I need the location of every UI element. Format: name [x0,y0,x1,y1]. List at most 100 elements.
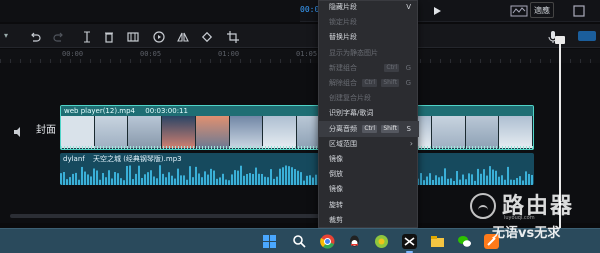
context-menu-item[interactable]: 隐藏片段 V [319,0,419,15]
context-menu-item[interactable]: 识别字幕/歌词 [319,105,419,121]
waveform-bar [489,166,491,185]
context-menu-item-label: 替换片段 [329,33,357,42]
context-menu-item-label: 锁定片段 [329,18,357,27]
rotate-icon[interactable] [200,29,214,43]
cover-button[interactable]: 封面 [36,121,56,136]
context-menu-item[interactable]: 镜像 [319,151,419,167]
mirror-icon[interactable] [176,29,190,43]
thumbnail [499,116,533,148]
shortcut-modifier: Shift [381,79,399,87]
context-menu-item[interactable]: 锁定片段 [319,14,419,30]
crop-icon[interactable] [226,29,240,43]
context-menu-item-label: 分离音频 [329,124,357,133]
waveform-icon[interactable] [510,3,528,17]
context-menu-item[interactable]: 镜像 [319,181,419,197]
context-menu-item[interactable]: 创建复合片段 [319,90,419,106]
thumbnail [94,116,129,148]
waveform-bar [66,179,68,185]
chevron-down-icon[interactable]: ▾ [4,31,8,40]
timeline-toolbar: ▾ [0,24,600,48]
windows-start-icon[interactable] [262,234,277,249]
speed-icon[interactable] [152,29,166,43]
waveform-bar [279,168,281,185]
waveform-bar [198,173,200,185]
ball-app-icon[interactable] [374,234,389,249]
waveform-bar [429,173,431,185]
context-menu-item[interactable]: 解除组合 G Shift Ctrl [319,75,419,91]
context-menu-item-label: 识别字幕/歌词 [329,109,374,118]
waveform-bar [486,175,488,185]
undo-icon[interactable] [28,29,42,43]
thumbnail [465,116,500,148]
waveform-bar [213,170,215,185]
waveform-bar [150,170,152,185]
split-icon[interactable] [80,29,94,43]
waveform-bar [495,170,497,185]
waveform-bar [459,179,461,185]
waveform-bar [81,166,83,185]
audio-clip[interactable]: dylanf 天空之城 (经典钢琴版).mp3 [60,153,534,185]
waveform-bar [501,175,503,185]
freeze-frame-icon[interactable] [126,29,140,43]
waveform-bar [189,166,191,185]
waveform-bar [435,175,437,185]
shortcut-modifier: Ctrl [384,63,399,72]
ruler-tick: 01:05 [296,50,318,58]
watermark-url: luyouqi.com [504,215,535,221]
context-menu-item[interactable]: 倒放 [319,166,419,182]
ratio-button[interactable]: 適應 [530,2,554,18]
waveform-bar [192,177,194,185]
waveform-bar [87,174,89,185]
waveform-bar [183,175,185,185]
play-icon[interactable] [430,3,444,17]
search-icon[interactable] [292,234,307,249]
clip-keyframe-strip [61,146,533,149]
waveform-bar [168,172,170,185]
waveform-bar [492,169,494,185]
context-menu-item[interactable]: 裁剪 [319,212,419,228]
waveform-bar [69,177,71,185]
waveform-bar [138,165,140,185]
waveform-bar [129,165,131,185]
shortcut-key: G [405,63,411,72]
shortcut-modifier: Shift [381,124,399,133]
waveform-bar [111,178,113,185]
waveform-bar [507,166,509,185]
waveform-bar [273,178,275,185]
waveform-bar [117,173,119,185]
ruler-tick: 00:00 [62,50,84,58]
main-track-magnet-toggle[interactable] [578,31,596,41]
waveform-bar [477,168,479,185]
file-explorer-icon[interactable] [430,234,445,249]
video-clip[interactable]: web player(12).mp4 00:03:00:11 [60,105,534,150]
waveform-bar [186,179,188,185]
waveform-bar [267,177,269,185]
capcut-icon[interactable] [402,234,417,253]
qq-icon[interactable] [347,234,362,249]
waveform-bar [201,177,203,185]
timeline-scrollbar[interactable] [10,214,320,218]
waveform-bar [261,173,263,185]
context-menu-item[interactable]: 替换片段 [319,29,419,45]
time-ruler[interactable]: 00:00 00:05 01:00 01:05 [0,49,600,63]
waveform-bar [228,180,230,185]
delete-icon[interactable] [102,29,116,43]
waveform-bar [162,173,164,185]
waveform-bar [180,175,182,185]
context-menu-item[interactable]: 新建组合 G Ctrl [319,60,419,76]
context-menu-item[interactable]: 显示为静态图片 [319,45,419,61]
context-menu-item[interactable]: 分离音频 S Shift Ctrl [319,120,419,137]
waveform-bar [531,174,533,185]
waveform-bar [471,174,473,185]
speaker-icon[interactable] [12,123,24,137]
waveform-bar [135,173,137,185]
fullscreen-icon[interactable] [572,3,586,17]
context-menu-item-label: 旋转 [329,200,343,209]
context-menu-item[interactable]: 旋转 [319,197,419,213]
context-menu-item[interactable]: 区域范围 › [319,136,419,152]
chrome-icon[interactable] [320,234,335,249]
waveform-bar [447,178,449,185]
waveform-bar [78,179,80,185]
waveform-bar [99,179,101,185]
redo-icon[interactable] [52,29,66,43]
